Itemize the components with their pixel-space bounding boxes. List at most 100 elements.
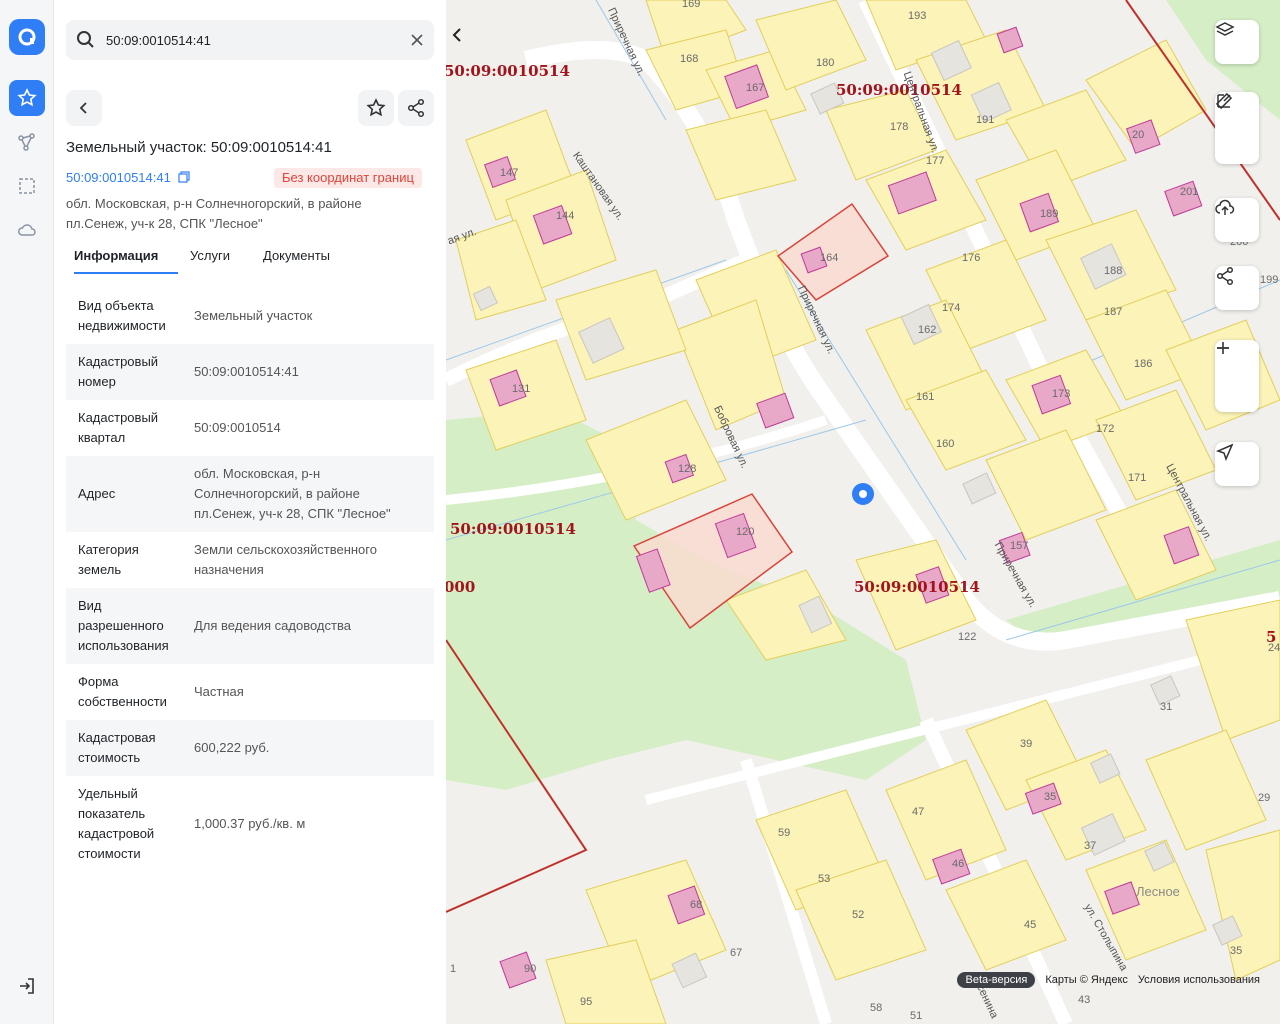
property-key: Удельный показатель кадастровой стоимост… — [78, 786, 155, 861]
search-box[interactable]: 50:09:0010514:41 — [66, 20, 434, 60]
property-key: Форма собственности — [78, 674, 167, 709]
terms-link[interactable]: Условия использования — [1138, 974, 1260, 986]
plot-number: 37 — [1084, 840, 1097, 852]
plot-number: 147 — [500, 167, 519, 179]
attribution-text[interactable]: Карты © Яндекс — [1045, 974, 1128, 986]
page-title: Земельный участок: 50:09:0010514:41 — [66, 139, 332, 156]
close-icon[interactable] — [410, 32, 424, 51]
plot-number: 160 — [936, 438, 955, 450]
back-button[interactable] — [66, 90, 102, 126]
plot-number: 168 — [680, 53, 699, 65]
property-key: Категория земель — [78, 542, 139, 577]
share-icon[interactable] — [398, 90, 434, 126]
tools-control — [1215, 92, 1259, 164]
tab-bar: Информация Услуги Документы — [66, 240, 434, 276]
copy-icon[interactable] — [178, 171, 191, 186]
table-row: Адрес обл. Московская, р-н Солнечногорски… — [66, 456, 434, 532]
plot-number: 144 — [556, 210, 575, 222]
active-tab-indicator — [74, 272, 178, 274]
location-pin[interactable] — [852, 483, 874, 505]
beta-badge: Beta-версия — [957, 972, 1036, 988]
search-icon — [76, 30, 96, 54]
upload-cloud-icon[interactable] — [1215, 198, 1259, 242]
zoom-control — [1215, 340, 1259, 412]
map-attribution: Beta-версия Карты © Яндекс Условия испол… — [957, 972, 1260, 988]
plot-number: 24 — [1268, 642, 1280, 654]
quarter-label: 50:09:0010514 — [854, 578, 980, 596]
plot-number: 35 — [1230, 945, 1243, 957]
plot-number: 20 — [1132, 129, 1145, 141]
favorites-icon[interactable] — [9, 80, 45, 116]
plot-number: 39 — [1020, 738, 1033, 750]
property-value: 50:09:0010514:41 — [194, 364, 299, 379]
zoom-out-icon[interactable] — [1215, 347, 1259, 412]
property-value: обл. Московская, р-н Солнечногорский, в … — [194, 466, 391, 521]
plot-number: 189 — [1040, 208, 1059, 220]
plot-number: 188 — [1104, 265, 1123, 277]
star-icon[interactable] — [358, 90, 394, 126]
property-value: Частная — [194, 684, 244, 699]
property-key: Кадастровая стоимость — [78, 730, 156, 765]
plot-number: 174 — [942, 302, 961, 314]
route-icon[interactable] — [9, 124, 45, 160]
map-canvas[interactable]: 50:09:0010514 50:09:0010514 50:09:001051… — [446, 0, 1280, 1024]
quarter-label: 50:09:0010514 — [836, 81, 962, 99]
plot-number: 45 — [1024, 919, 1037, 931]
property-value: 50:09:0010514 — [194, 420, 281, 435]
plot-number: 171 — [1128, 472, 1147, 484]
quarter-label: 000 — [446, 578, 476, 596]
share-map-icon[interactable] — [1215, 266, 1259, 310]
plot-number: 46 — [952, 858, 965, 870]
plot-number: 199 — [1260, 274, 1279, 286]
quarter-label: 50:09:0010514 — [446, 62, 570, 80]
plot-number: 68 — [690, 899, 703, 911]
table-row: Кадастровый номер 50:09:0010514:41 — [66, 344, 434, 400]
search-input[interactable]: 50:09:0010514:41 — [106, 33, 211, 48]
table-row: Кадастровая стоимость 600,222 руб. — [66, 720, 434, 776]
plot-number: 193 — [908, 10, 927, 22]
tab-documents[interactable]: Документы — [263, 248, 330, 263]
plot-number: 169 — [682, 0, 701, 10]
property-key: Адрес — [78, 486, 116, 501]
select-area-icon[interactable] — [9, 168, 45, 204]
plot-number: 52 — [852, 909, 865, 921]
plot-number: 47 — [912, 806, 925, 818]
plot-number: 187 — [1104, 306, 1123, 318]
tab-information[interactable]: Информация — [74, 248, 158, 263]
plot-number: 43 — [1078, 994, 1091, 1006]
cloud-icon[interactable] — [9, 212, 45, 248]
plot-number: 31 — [1160, 701, 1173, 713]
plot-number: 178 — [890, 121, 909, 133]
plot-number: 172 — [1096, 423, 1115, 435]
layers-icon[interactable] — [1215, 20, 1259, 64]
left-rail — [0, 0, 54, 1024]
plot-number: 167 — [746, 82, 765, 94]
cadastral-link-text[interactable]: 50:09:0010514:41 — [66, 170, 171, 185]
edit-icon[interactable] — [1215, 94, 1259, 164]
plot-number: 29 — [1258, 792, 1271, 804]
plot-number: 59 — [778, 827, 791, 839]
tab-services[interactable]: Услуги — [190, 248, 230, 263]
property-key: Кадастровый квартал — [78, 410, 159, 445]
share-control[interactable] — [1215, 266, 1259, 310]
app-logo[interactable] — [9, 19, 45, 55]
table-row: Вид разрешенного использования Для ведени… — [66, 588, 434, 664]
layers-control[interactable] — [1215, 20, 1259, 64]
property-key: Вид объекта недвижимости — [78, 298, 166, 333]
property-key: Кадастровый номер — [78, 354, 159, 389]
navigation-icon[interactable] — [1215, 442, 1259, 486]
plot-number: 157 — [1010, 540, 1029, 552]
plot-number: 161 — [916, 391, 935, 403]
locate-control[interactable] — [1215, 442, 1259, 486]
plot-number: 164 — [820, 252, 839, 264]
plot-number: 162 — [918, 324, 937, 336]
login-icon[interactable] — [9, 968, 45, 1004]
map-base-layer — [446, 0, 1280, 1024]
cadastral-link[interactable]: 50:09:0010514:41 — [66, 170, 191, 186]
upload-control[interactable] — [1215, 198, 1259, 242]
plot-number: 58 — [870, 1002, 883, 1014]
status-badge: Без координат границ — [274, 168, 422, 188]
table-row: Кадастровый квартал 50:09:0010514 — [66, 400, 434, 456]
table-row: Форма собственности Частная — [66, 664, 434, 720]
property-value: 600,222 руб. — [194, 740, 270, 755]
